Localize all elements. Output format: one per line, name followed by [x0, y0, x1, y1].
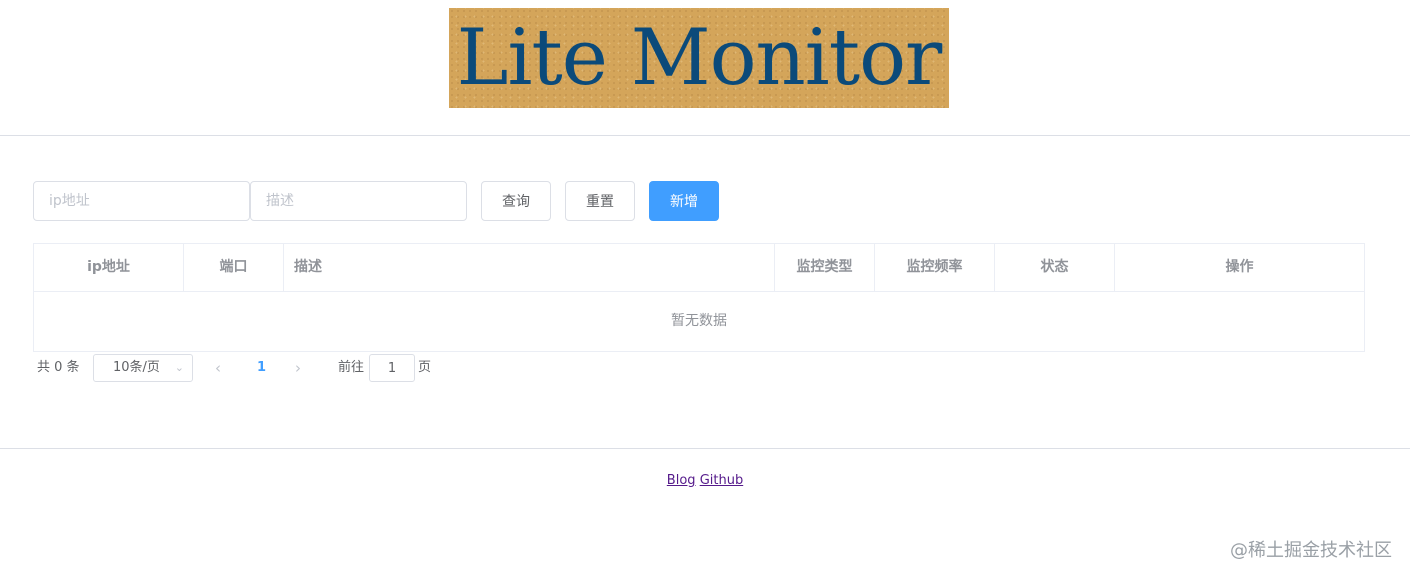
- page-jump-input[interactable]: [369, 354, 415, 382]
- blog-link[interactable]: Blog: [667, 473, 696, 488]
- chevron-down-icon: ⌄: [174, 361, 184, 374]
- page-size-select[interactable]: 10条/页 ⌄: [93, 354, 193, 382]
- reset-button[interactable]: 重置: [565, 181, 635, 221]
- column-header-status[interactable]: 状态: [995, 244, 1115, 291]
- chevron-right-icon[interactable]: ›: [295, 354, 301, 382]
- page-size-value: 10条/页: [113, 360, 160, 375]
- column-header-monitor-frequency[interactable]: 监控频率: [875, 244, 995, 291]
- monitor-table: ip地址 端口 描述 监控类型 监控频率 状态 操作 暂无数据: [33, 243, 1365, 352]
- chevron-left-icon[interactable]: ‹: [215, 354, 221, 382]
- column-header-ip[interactable]: ip地址: [34, 244, 184, 291]
- total-count: 共 0 条: [37, 360, 80, 375]
- page-unit-label: 页: [418, 360, 432, 375]
- table-header: ip地址 端口 描述 监控类型 监控频率 状态 操作: [34, 244, 1364, 292]
- column-header-actions[interactable]: 操作: [1115, 244, 1364, 291]
- github-link[interactable]: Github: [700, 473, 744, 488]
- column-header-description[interactable]: 描述: [284, 244, 775, 291]
- logo-text: Lite Monitor: [456, 13, 943, 103]
- column-header-port[interactable]: 端口: [184, 244, 284, 291]
- footer-links: Blog Github: [0, 473, 1410, 488]
- search-bar: 查询 重置 新增: [33, 181, 733, 221]
- footer-divider: [0, 448, 1410, 449]
- pagination: 共 0 条 10条/页 ⌄ ‹ 1 › 前往 页: [33, 354, 533, 382]
- ip-input[interactable]: [33, 181, 250, 221]
- goto-label: 前往: [338, 360, 365, 375]
- page-number-current[interactable]: 1: [257, 354, 266, 382]
- header: Lite Monitor: [0, 0, 1410, 136]
- watermark: @稀土掘金技术社区: [1230, 540, 1392, 561]
- column-header-monitor-type[interactable]: 监控类型: [775, 244, 875, 291]
- query-button[interactable]: 查询: [481, 181, 551, 221]
- empty-state-text: 暂无数据: [671, 313, 727, 329]
- logo: Lite Monitor: [449, 8, 949, 108]
- add-button[interactable]: 新增: [649, 181, 719, 221]
- description-input[interactable]: [250, 181, 467, 221]
